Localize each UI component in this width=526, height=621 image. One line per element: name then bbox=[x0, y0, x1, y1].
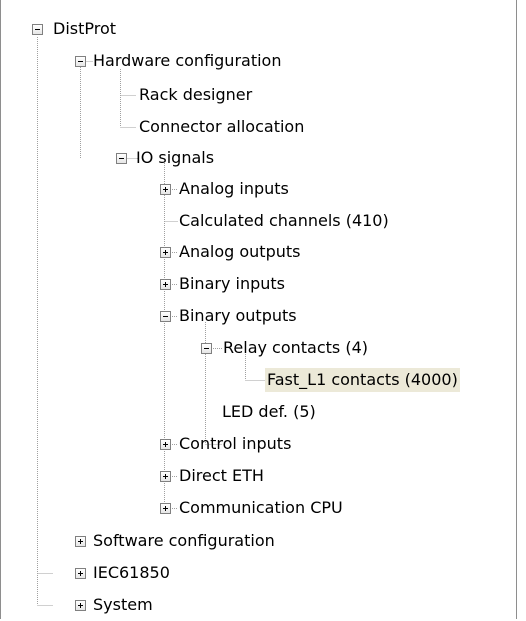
tree-node-label[interactable]: Relay contacts (4) bbox=[221, 336, 370, 360]
tree-node-io-signals[interactable]: IO signals bbox=[0, 142, 400, 174]
tree-node-communication-cpu[interactable]: Communication CPU bbox=[0, 492, 400, 524]
tree-node-label[interactable]: Communication CPU bbox=[177, 496, 345, 520]
tree-node-label[interactable]: DistProt bbox=[51, 17, 118, 41]
expand-icon[interactable] bbox=[75, 568, 86, 579]
tree-node-label[interactable]: LED def. (5) bbox=[220, 400, 318, 424]
tree-node-rack-designer[interactable]: Rack designer bbox=[0, 79, 400, 111]
expand-icon[interactable] bbox=[75, 600, 86, 611]
collapse-icon[interactable] bbox=[75, 56, 86, 67]
tree-node-label[interactable]: IEC61850 bbox=[91, 561, 172, 585]
tree-node-distprot[interactable]: DistProt bbox=[0, 13, 200, 45]
collapse-icon[interactable] bbox=[201, 343, 212, 354]
tree-node-fast-l1-contacts[interactable]: Fast_L1 contacts (4000) bbox=[0, 364, 510, 396]
tree-node-iec61850[interactable]: IEC61850 bbox=[0, 557, 400, 589]
collapse-icon[interactable] bbox=[116, 153, 127, 164]
tree-node-label[interactable]: Analog inputs bbox=[177, 177, 291, 201]
tree-node-label[interactable]: Rack designer bbox=[137, 83, 254, 107]
tree-node-label[interactable]: IO signals bbox=[134, 146, 216, 170]
tree-node-label[interactable]: Analog outputs bbox=[177, 240, 302, 264]
tree-node-label[interactable]: Hardware configuration bbox=[91, 49, 283, 73]
tree-node-binary-outputs[interactable]: Binary outputs bbox=[0, 300, 400, 332]
tree-node-label[interactable]: Calculated channels (410) bbox=[177, 209, 391, 233]
tree-node-label[interactable]: System bbox=[91, 593, 155, 617]
expand-icon[interactable] bbox=[160, 503, 171, 514]
tree-node-label[interactable]: Binary inputs bbox=[177, 272, 287, 296]
tree-node-label-selected[interactable]: Fast_L1 contacts (4000) bbox=[265, 368, 460, 392]
tree-node-binary-inputs[interactable]: Binary inputs bbox=[0, 268, 400, 300]
expand-icon[interactable] bbox=[75, 536, 86, 547]
tree-node-software-configuration[interactable]: Software configuration bbox=[0, 525, 400, 557]
tree-node-relay-contacts[interactable]: Relay contacts (4) bbox=[0, 332, 450, 364]
tree-node-label[interactable]: Direct ETH bbox=[177, 464, 266, 488]
tree-node-analog-inputs[interactable]: Analog inputs bbox=[0, 173, 400, 205]
tree-node-label[interactable]: Software configuration bbox=[91, 529, 277, 553]
tree-node-label[interactable]: Connector allocation bbox=[137, 115, 306, 139]
tree-node-calculated-channels[interactable]: Calculated channels (410) bbox=[0, 205, 450, 237]
collapse-icon[interactable] bbox=[160, 311, 171, 322]
expand-icon[interactable] bbox=[160, 279, 171, 290]
expand-icon[interactable] bbox=[160, 471, 171, 482]
collapse-icon[interactable] bbox=[32, 24, 43, 35]
tree-node-control-inputs[interactable]: Control inputs bbox=[0, 428, 400, 460]
tree-node-label[interactable]: Binary outputs bbox=[177, 304, 299, 328]
tree-panel: DistProt Hardware configuration Rack des… bbox=[0, 0, 517, 619]
tree-node-analog-outputs[interactable]: Analog outputs bbox=[0, 236, 400, 268]
tree-node-label[interactable]: Control inputs bbox=[177, 432, 293, 456]
tree-node-system[interactable]: System bbox=[0, 589, 400, 621]
tree-node-hardware-configuration[interactable]: Hardware configuration bbox=[0, 45, 400, 77]
expand-icon[interactable] bbox=[160, 247, 171, 258]
expand-icon[interactable] bbox=[160, 184, 171, 195]
tree-node-connector-allocation[interactable]: Connector allocation bbox=[0, 111, 400, 143]
expand-icon[interactable] bbox=[160, 439, 171, 450]
tree-node-direct-eth[interactable]: Direct ETH bbox=[0, 460, 400, 492]
